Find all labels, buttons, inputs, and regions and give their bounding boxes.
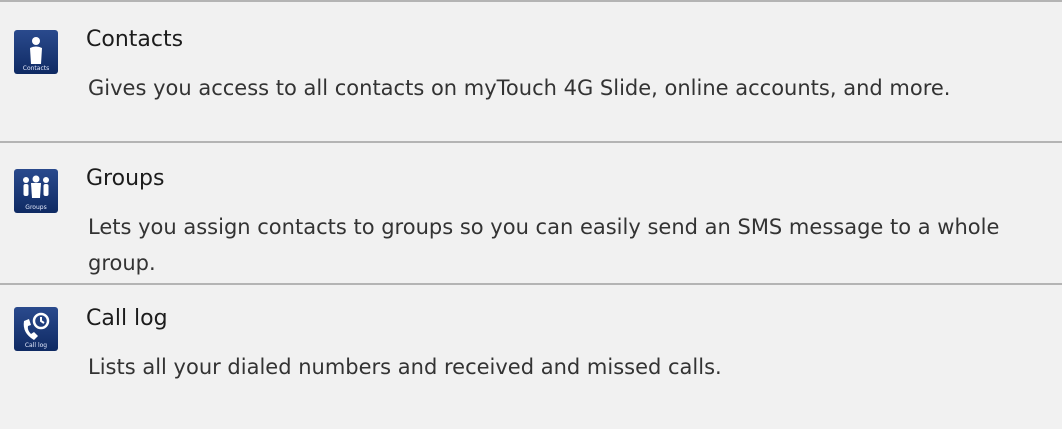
contacts-icon-caption: Contacts bbox=[22, 65, 50, 72]
item-title-call-log: Call log bbox=[86, 306, 168, 331]
list-item-groups: Groups Groups Lets you assign contacts t… bbox=[0, 141, 1062, 283]
item-description-groups: Lets you assign contacts to groups so yo… bbox=[88, 215, 1000, 275]
contacts-tabs-list: Contacts Contacts Gives you access to al… bbox=[0, 0, 1062, 429]
item-title-groups: Groups bbox=[86, 166, 165, 191]
item-description-contacts: Gives you access to all contacts on myTo… bbox=[88, 76, 951, 100]
contacts-icon: Contacts bbox=[14, 30, 58, 74]
call-log-icon-caption: Call log bbox=[24, 342, 48, 349]
list-item-call-log: Call log Call log Lists all your dialed … bbox=[0, 283, 1062, 429]
item-title-contacts: Contacts bbox=[86, 27, 184, 52]
groups-icon-caption: Groups bbox=[25, 204, 47, 211]
list-item-contacts: Contacts Contacts Gives you access to al… bbox=[0, 0, 1062, 141]
call-log-icon: Call log bbox=[14, 307, 58, 351]
item-description-call-log: Lists all your dialed numbers and receiv… bbox=[88, 355, 722, 379]
groups-icon: Groups bbox=[14, 169, 58, 213]
